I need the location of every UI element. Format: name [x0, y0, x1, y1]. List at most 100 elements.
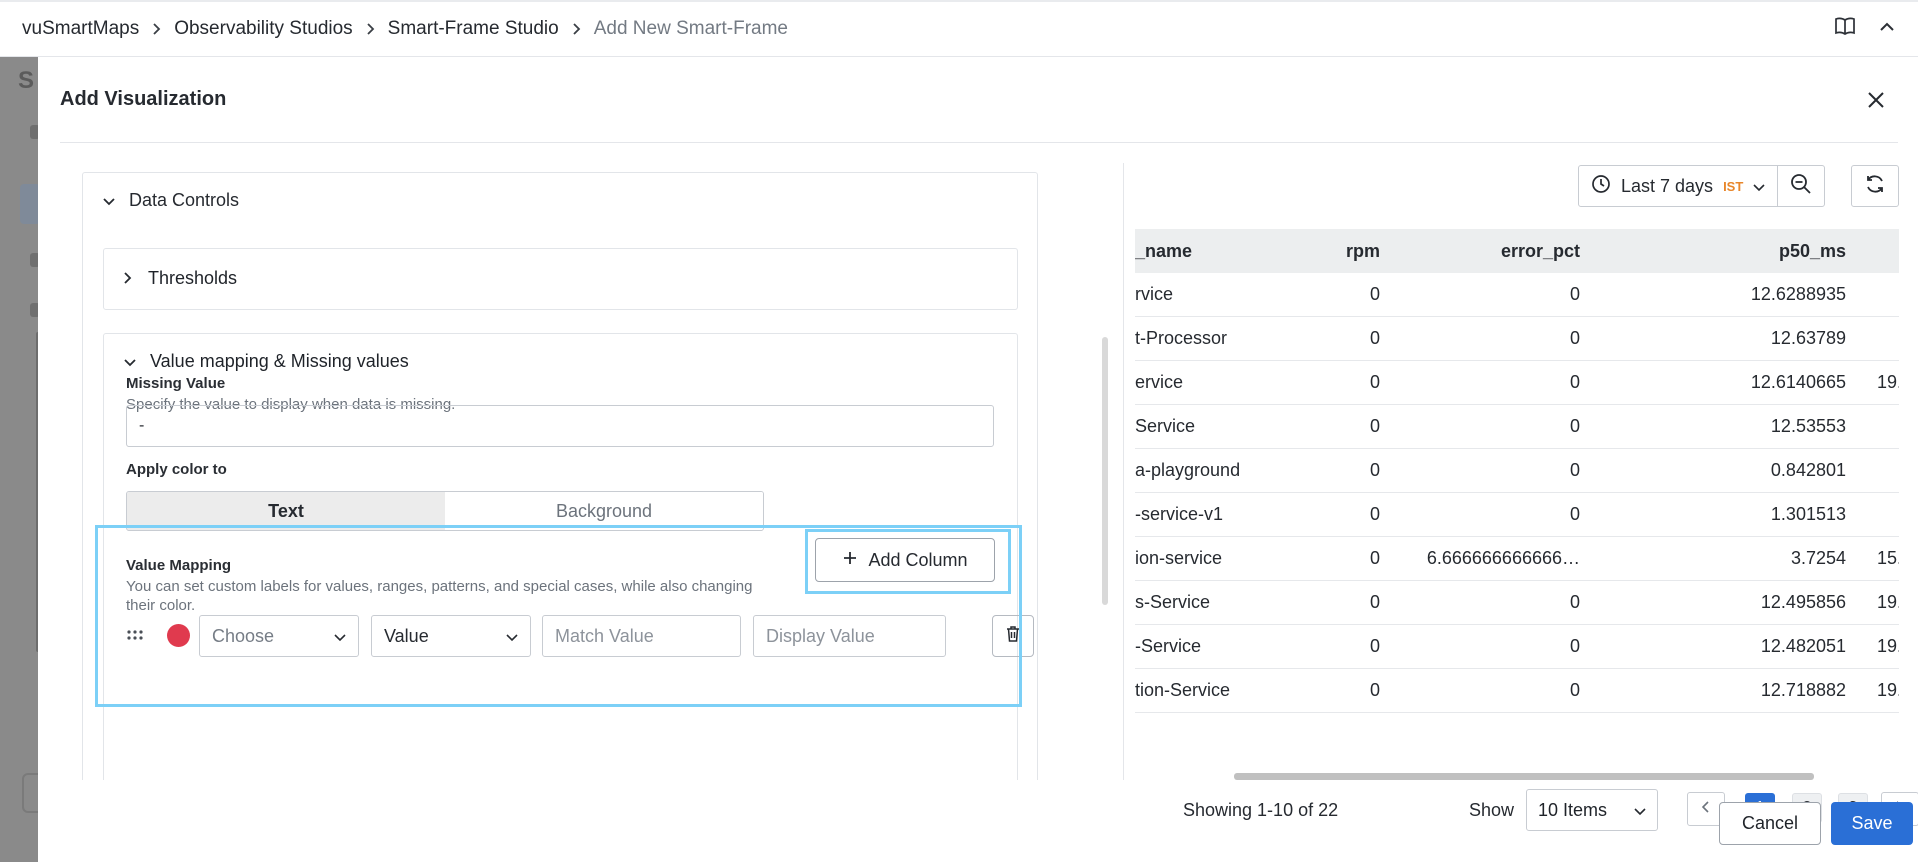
- drag-handle-icon[interactable]: [126, 628, 144, 642]
- chevron-down-icon: [1634, 800, 1646, 821]
- cell-rpm: 0: [1369, 680, 1380, 700]
- breadcrumb-item[interactable]: Observability Studios: [174, 18, 352, 40]
- cell-p50-ms: 12.63789: [1770, 328, 1846, 348]
- cell-rpm: 0: [1369, 372, 1380, 392]
- table-row[interactable]: ervice 0 0 12.6140665 19.3: [1135, 361, 1899, 405]
- cell-name: -service-v1: [1135, 504, 1224, 524]
- cell-name: rvice: [1135, 284, 1174, 304]
- chevron-left-icon: [1701, 800, 1710, 818]
- apply-color-label: Apply color to: [126, 461, 227, 478]
- book-icon[interactable]: [1834, 16, 1856, 41]
- cell-p50-ms: 1.301513: [1770, 504, 1846, 524]
- chevron-down-icon: [334, 626, 346, 647]
- thresholds-label: Thresholds: [148, 268, 238, 288]
- data-controls-header[interactable]: Data Controls: [103, 190, 239, 211]
- value-mapping-section-header[interactable]: Value mapping & Missing values: [124, 351, 409, 372]
- background-page-title: S: [18, 67, 35, 94]
- add-visualization-modal: Add Visualization Data Controls Threshol…: [38, 57, 1918, 862]
- mapping-type-value: Value: [384, 625, 429, 646]
- cell-rpm: 0: [1369, 504, 1380, 524]
- table-row[interactable]: tion-Service 0 0 12.718882 19.4: [1135, 669, 1899, 713]
- refresh-button[interactable]: [1851, 165, 1899, 207]
- panel-divider: [1123, 163, 1124, 780]
- time-range-picker[interactable]: Last 7 days IST: [1579, 166, 1779, 206]
- trash-icon: [1006, 625, 1020, 647]
- apply-color-background-option[interactable]: Background: [445, 492, 763, 530]
- cell-error-pct: 0: [1569, 416, 1580, 436]
- cell-error-pct: 0: [1569, 284, 1580, 304]
- cell-p50-ms: 12.482051: [1760, 636, 1846, 656]
- cancel-button[interactable]: Cancel: [1719, 802, 1821, 845]
- cell-next-column: 19.4: [1877, 680, 1899, 700]
- column-header-rpm[interactable]: rpm: [1346, 241, 1380, 262]
- close-icon[interactable]: [1864, 88, 1888, 112]
- zoom-out-button[interactable]: [1778, 166, 1824, 206]
- missing-value-input[interactable]: -: [126, 405, 994, 447]
- apply-color-text-option[interactable]: Text: [127, 492, 445, 530]
- table-horizontal-scrollbar[interactable]: [1234, 773, 1814, 780]
- thresholds-header[interactable]: Thresholds: [124, 268, 237, 289]
- modal-divider: [60, 142, 1898, 143]
- show-label: Show: [1469, 800, 1515, 820]
- cell-name: Service: [1135, 416, 1196, 436]
- breadcrumb-item[interactable]: Smart-Frame Studio: [388, 18, 559, 40]
- items-per-page-select[interactable]: 10 Items: [1526, 789, 1658, 831]
- chevron-right-icon: [572, 22, 581, 36]
- table-row[interactable]: t-Processor 0 0 12.63789: [1135, 317, 1899, 361]
- cell-error-pct: 6.666666666666…: [1426, 548, 1580, 568]
- table-row[interactable]: rvice 0 0 12.6288935: [1135, 273, 1899, 317]
- mapping-type-select[interactable]: Value: [371, 615, 531, 657]
- cell-error-pct: 0: [1569, 460, 1580, 480]
- clock-icon: [1591, 174, 1611, 199]
- thresholds-card: Thresholds: [103, 248, 1018, 310]
- mapping-color-swatch[interactable]: [167, 624, 190, 647]
- table-row[interactable]: s-Service 0 0 12.495856 19.4: [1135, 581, 1899, 625]
- table-header: _name rpm error_pct p50_ms: [1135, 229, 1899, 273]
- chevron-down-icon: [124, 351, 136, 372]
- cell-rpm: 0: [1369, 284, 1380, 304]
- table-row[interactable]: -service-v1 0 0 1.301513: [1135, 493, 1899, 537]
- preview-panel-scrollbar[interactable]: [1102, 337, 1108, 605]
- table-row[interactable]: -Service 0 0 12.482051 19.3: [1135, 625, 1899, 669]
- cell-rpm: 0: [1369, 548, 1380, 568]
- save-button[interactable]: Save: [1831, 802, 1913, 845]
- delete-row-button[interactable]: [992, 615, 1034, 657]
- cell-p50-ms: 12.6140665: [1750, 372, 1846, 392]
- column-header-p50-ms[interactable]: p50_ms: [1779, 241, 1846, 262]
- table-row[interactable]: Service 0 0 12.53553: [1135, 405, 1899, 449]
- chevron-up-icon[interactable]: [1878, 20, 1896, 38]
- cell-name: -Service: [1135, 636, 1202, 656]
- cell-name: ion-service: [1135, 548, 1223, 568]
- missing-value-label: Missing Value: [126, 375, 226, 392]
- apply-color-toggle: Text Background: [126, 491, 764, 531]
- add-column-button[interactable]: Add Column: [815, 538, 995, 582]
- data-controls-label: Data Controls: [129, 190, 240, 210]
- chevron-right-icon: [124, 268, 132, 289]
- chevron-down-icon: [506, 626, 518, 647]
- plus-icon: [842, 550, 858, 571]
- table-row[interactable]: a-playground 0 0 0.842801: [1135, 449, 1899, 493]
- table-row[interactable]: ion-service 0 6.666666666666… 3.7254 15.6: [1135, 537, 1899, 581]
- column-header-error-pct[interactable]: error_pct: [1501, 241, 1580, 262]
- top-bar: vuSmartMaps Observability Studios Smart-…: [0, 0, 1918, 57]
- chevron-right-icon: [152, 22, 161, 36]
- cell-rpm: 0: [1369, 328, 1380, 348]
- preview-table: _name rpm error_pct p50_ms rvice 0 0 12.628…: [1135, 229, 1899, 719]
- cell-p50-ms: 12.718882: [1760, 680, 1846, 700]
- breadcrumb-current: Add New Smart-Frame: [593, 18, 788, 39]
- value-mapping-hint: You can set custom labels for values, ra…: [126, 578, 753, 614]
- cell-p50-ms: 0.842801: [1770, 460, 1846, 480]
- column-header-name[interactable]: _name: [1135, 241, 1192, 262]
- showing-count: Showing 1-10 of 22: [1183, 800, 1339, 820]
- time-range-control: Last 7 days IST: [1578, 165, 1826, 207]
- breadcrumb-item[interactable]: vuSmartMaps: [22, 18, 139, 40]
- cell-p50-ms: 12.53553: [1770, 416, 1846, 436]
- match-value-input[interactable]: Match Value: [542, 615, 741, 657]
- cell-error-pct: 0: [1569, 504, 1580, 524]
- cell-error-pct: 0: [1569, 328, 1580, 348]
- condition-select[interactable]: Choose: [199, 615, 359, 657]
- cell-name: s-Service: [1135, 592, 1211, 612]
- value-mapping-section-label: Value mapping & Missing values: [150, 351, 409, 371]
- add-column-label: Add Column: [868, 549, 968, 570]
- display-value-input[interactable]: Display Value: [753, 615, 946, 657]
